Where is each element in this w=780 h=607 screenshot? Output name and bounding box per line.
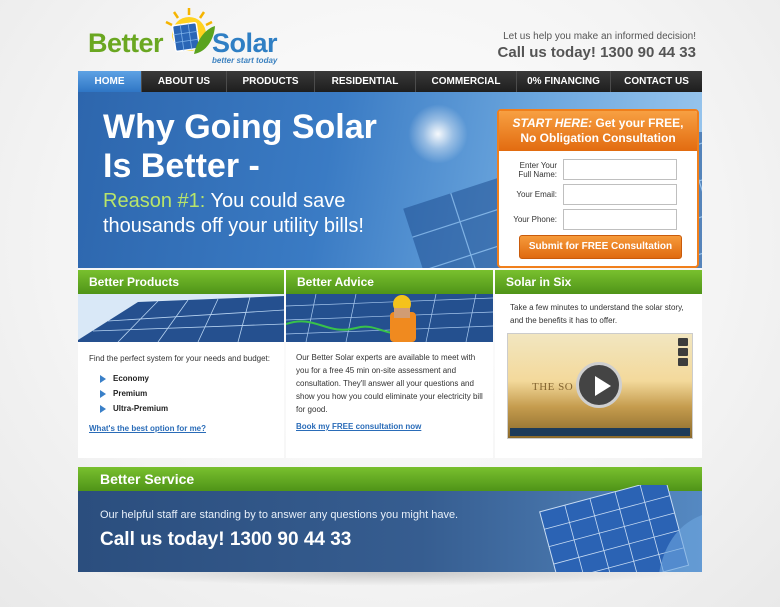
- form-heading-rest: Get your FREE,: [592, 116, 684, 130]
- header-phone: Call us today! 1300 90 44 33: [497, 44, 696, 61]
- nav-residential[interactable]: RESIDENTIAL: [315, 71, 416, 92]
- share-icon[interactable]: [678, 338, 688, 346]
- hero-title-line2: Is Better -: [103, 147, 260, 185]
- form-heading: START HERE: Get your FREE, No Obligation…: [499, 111, 697, 151]
- hero-reason-line2: thousands off your utility bills!: [103, 215, 364, 237]
- service-phone: Call us today! 1300 90 44 33: [100, 529, 352, 550]
- form-row-name: Enter Your Full Name:: [499, 159, 697, 181]
- form-heading-start: START HERE:: [512, 116, 593, 130]
- products-intro: Find the perfect system for your needs a…: [89, 354, 270, 363]
- main-nav: HOME ABOUT US PRODUCTS RESIDENTIAL COMME…: [78, 71, 702, 92]
- email-input[interactable]: [563, 184, 677, 205]
- products-heading: Better Products: [78, 270, 284, 294]
- list-item: Economy: [89, 371, 284, 386]
- nav-products[interactable]: PRODUCTS: [227, 71, 315, 92]
- play-icon[interactable]: [576, 362, 622, 408]
- fullscreen-icon[interactable]: [678, 358, 688, 366]
- form-row-phone: Your Phone:: [499, 209, 697, 231]
- name-label-line1: Enter Your: [519, 161, 557, 170]
- logo-sun-icon: [165, 8, 215, 54]
- advice-body: Our Better Solar experts are available t…: [286, 342, 493, 433]
- hero-title: Why Going Solar Is Better -: [103, 108, 377, 186]
- full-name-input[interactable]: [563, 159, 677, 180]
- hero-reason-text: You could save: [205, 190, 346, 212]
- logo-word-better: Better: [88, 28, 164, 58]
- logo-word-solar: Solar: [212, 28, 278, 58]
- advice-installer-image: [286, 294, 493, 342]
- hero-subtitle: Reason #1: You could save thousands off …: [103, 189, 364, 239]
- products-body: Find the perfect system for your needs a…: [78, 342, 284, 435]
- products-list: Economy Premium Ultra-Premium: [89, 371, 284, 416]
- name-label: Enter Your Full Name:: [518, 161, 557, 179]
- sun-flare: [408, 104, 468, 164]
- advice-column: Better Advice Our Better Solar experts a…: [286, 270, 493, 458]
- logo-tagline: better start today: [212, 56, 278, 65]
- service-text: Our helpful staff are standing by to ans…: [100, 509, 459, 521]
- products-column: Better Products Find the perfect system …: [78, 270, 284, 458]
- products-panels-image: [78, 294, 284, 342]
- book-consultation-link[interactable]: Book my FREE consultation now: [296, 420, 485, 433]
- solar-in-six-heading: Solar in Six: [495, 270, 702, 294]
- name-label-line2: Full Name:: [518, 170, 557, 179]
- advice-heading: Better Advice: [286, 270, 493, 294]
- list-item: Ultra-Premium: [89, 401, 284, 416]
- best-option-link[interactable]: What's the best option for me?: [89, 422, 284, 435]
- hero-title-line1: Why Going Solar: [103, 108, 377, 146]
- video-player[interactable]: THE SO LUTION: [507, 333, 693, 439]
- phone-input[interactable]: [563, 209, 677, 230]
- service-panels-image: [539, 485, 702, 572]
- list-item-label: Economy: [113, 374, 150, 383]
- solar-in-six-body: Take a few minutes to understand the sol…: [510, 303, 684, 325]
- footer-shadow: [90, 572, 690, 586]
- submit-consultation-button[interactable]: Submit for FREE Consultation: [519, 235, 682, 259]
- nav-contact-us[interactable]: CONTACT US: [611, 71, 702, 92]
- embed-icon[interactable]: [678, 348, 688, 356]
- arrow-right-icon: [100, 375, 106, 383]
- list-item-label: Ultra-Premium: [113, 404, 169, 413]
- phone-label: Your Phone:: [513, 215, 557, 224]
- list-item-label: Premium: [113, 389, 148, 398]
- advice-text: Our Better Solar experts are available t…: [296, 353, 483, 414]
- service-section: Better Service Our helpful staff are sta…: [78, 467, 702, 572]
- email-label: Your Email:: [516, 190, 557, 199]
- consultation-form: START HERE: Get your FREE, No Obligation…: [497, 109, 699, 268]
- form-row-email: Your Email:: [499, 184, 697, 206]
- logo[interactable]: Better Solar better start today: [88, 6, 288, 65]
- nav-financing[interactable]: 0% FINANCING: [517, 71, 611, 92]
- video-progress-bar[interactable]: [510, 428, 690, 436]
- solar-panel-graphic: [78, 294, 284, 342]
- form-heading-line2: No Obligation Consultation: [520, 131, 676, 145]
- list-item: Premium: [89, 386, 284, 401]
- installer-graphic: [286, 294, 493, 342]
- header-tagline: Let us help you make an informed decisio…: [503, 31, 696, 42]
- nav-home[interactable]: HOME: [78, 71, 142, 92]
- arrow-right-icon: [100, 390, 106, 398]
- arrow-right-icon: [100, 405, 106, 413]
- hero-reason-label: Reason #1:: [103, 190, 206, 212]
- nav-commercial[interactable]: COMMERCIAL: [416, 71, 517, 92]
- nav-about-us[interactable]: ABOUT US: [142, 71, 227, 92]
